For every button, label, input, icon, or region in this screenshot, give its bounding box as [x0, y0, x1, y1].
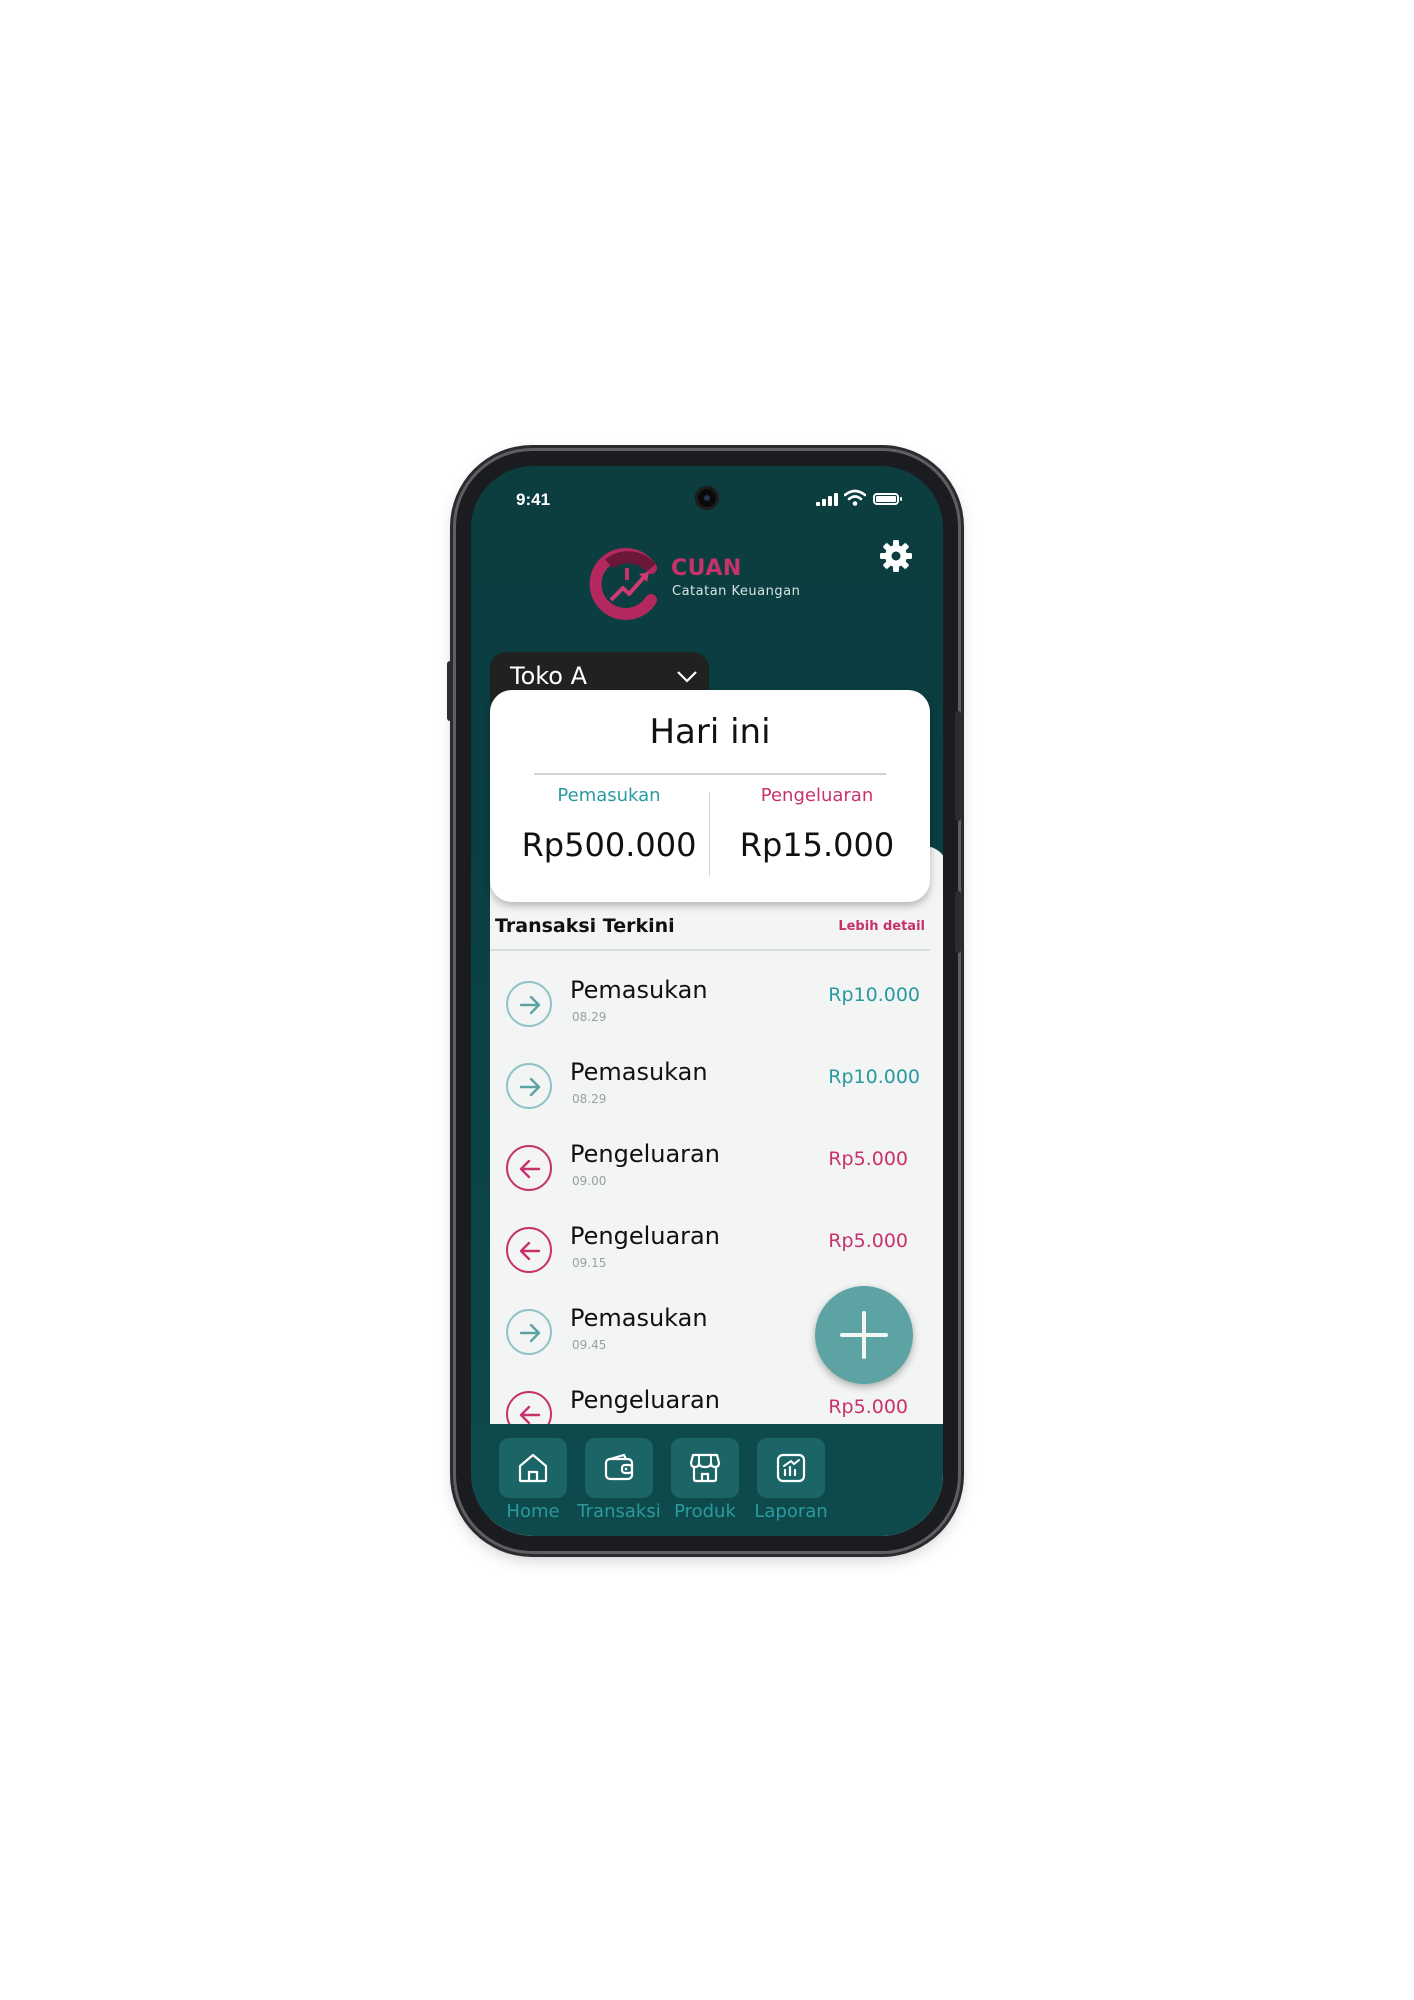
- transaction-time: 09.45: [572, 1338, 607, 1352]
- recent-transactions-header: Transaksi Terkini Lebih detail: [495, 915, 925, 945]
- arrow-right-icon: [506, 1063, 552, 1109]
- settings-gear-icon[interactable]: [878, 538, 914, 574]
- brand-logo: CUAN Catatan Keuangan: [589, 544, 829, 624]
- more-detail-link[interactable]: Lebih detail: [838, 919, 925, 934]
- expense-summary: Pengeluaran Rp15.000: [712, 785, 922, 864]
- wallet-icon: [604, 1453, 634, 1481]
- brand-name: CUAN: [671, 556, 742, 581]
- expense-label: Pengeluaran: [760, 785, 874, 806]
- arrow-left-icon: [506, 1145, 552, 1191]
- transaction-row[interactable]: Pengeluaran 09.15 Rp5.000: [490, 1202, 930, 1284]
- transaction-name: Pengeluaran: [570, 1386, 720, 1414]
- summary-title: Hari ini: [649, 712, 771, 752]
- arrow-right-icon: [506, 1309, 552, 1355]
- nav-laporan[interactable]: Laporan: [729, 1438, 839, 1528]
- transaction-amount: Rp5.000: [828, 1148, 908, 1170]
- transaction-row[interactable]: Pemasukan 08.29 Rp10.000: [490, 956, 930, 1038]
- bottom-navigation: Home Transaksi Produk Laporan: [471, 1424, 943, 1536]
- signal-icon: [816, 493, 838, 506]
- app-screen: 9:41 CUAN Catatan Keuangan Toko A Hari i…: [471, 466, 943, 1536]
- cuan-logo-icon: [589, 548, 657, 620]
- recent-divider: [490, 949, 930, 951]
- battery-icon: [873, 493, 902, 505]
- transaction-amount: Rp5.000: [828, 1230, 908, 1252]
- transaction-time: 09.00: [572, 1174, 607, 1188]
- transaction-name: Pengeluaran: [570, 1140, 720, 1168]
- nav-laporan-label: Laporan: [754, 1501, 828, 1522]
- income-amount: Rp500.000: [521, 826, 697, 864]
- home-icon: [518, 1453, 548, 1483]
- transaction-time: 08.29: [572, 1092, 607, 1106]
- store-selector-label: Toko A: [510, 662, 588, 690]
- add-transaction-button[interactable]: [815, 1286, 913, 1384]
- income-label: Pemasukan: [557, 785, 661, 806]
- transaction-name: Pemasukan: [570, 1304, 708, 1332]
- arrow-right-icon: [506, 981, 552, 1027]
- transaction-time: 08.29: [572, 1010, 607, 1024]
- transaction-time: 09.15: [572, 1256, 607, 1270]
- phone-volume-button: [955, 891, 961, 953]
- status-bar: 9:41: [471, 466, 943, 536]
- expense-amount: Rp15.000: [739, 826, 895, 864]
- transaction-name: Pemasukan: [570, 1058, 708, 1086]
- front-camera: [695, 486, 719, 510]
- plus-icon: [840, 1311, 888, 1359]
- chevron-down-icon: [677, 671, 697, 683]
- arrow-left-icon: [506, 1227, 552, 1273]
- store-icon: [689, 1453, 721, 1483]
- brand-tagline: Catatan Keuangan: [672, 584, 801, 599]
- transaction-amount: Rp10.000: [828, 1066, 920, 1088]
- summary-divider: [534, 773, 886, 775]
- today-summary-card: Hari ini Pemasukan Rp500.000 Pengeluaran…: [490, 690, 930, 902]
- report-icon: [776, 1453, 806, 1483]
- transaction-amount: Rp10.000: [828, 984, 920, 1006]
- wifi-icon: [844, 489, 866, 506]
- phone-power-button: [955, 711, 961, 821]
- transaction-name: Pengeluaran: [570, 1222, 720, 1250]
- transaction-row[interactable]: Pengeluaran 09.00 Rp5.000: [490, 1120, 930, 1202]
- transaction-row[interactable]: Pemasukan 08.29 Rp10.000: [490, 1038, 930, 1120]
- phone-frame: 9:41 CUAN Catatan Keuangan Toko A Hari i…: [447, 451, 961, 1551]
- phone-side-button: [447, 661, 453, 721]
- recent-transactions-title: Transaksi Terkini: [495, 915, 675, 937]
- income-summary: Pemasukan Rp500.000: [504, 785, 714, 864]
- transaction-name: Pemasukan: [570, 976, 708, 1004]
- transaction-amount: Rp5.000: [828, 1396, 908, 1418]
- nav-laporan-button[interactable]: [757, 1438, 825, 1498]
- status-time: 9:41: [516, 490, 551, 509]
